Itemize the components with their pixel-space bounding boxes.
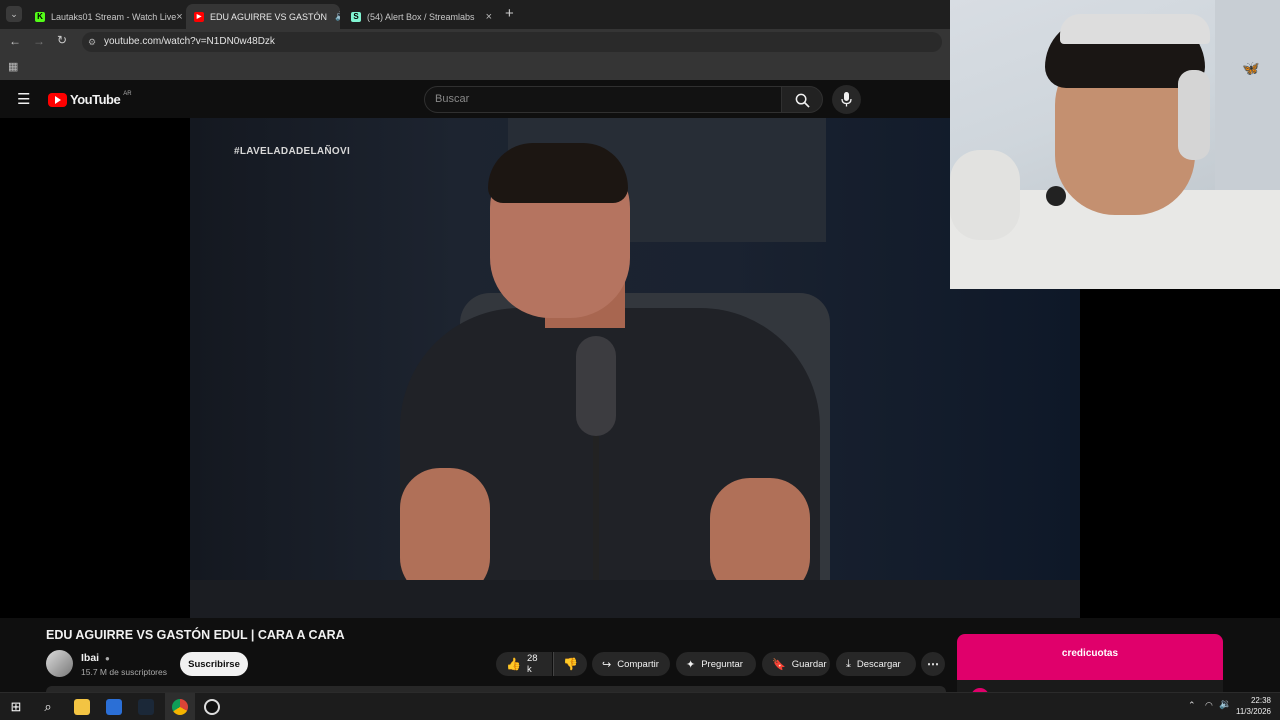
address-bar-row: ← → ↻ ⚙ youtube.com/watch?v=N1DN0w48Dzk [0, 29, 950, 55]
save-button[interactable]: 🔖 Guardar [762, 652, 830, 676]
like-button[interactable]: 👍 28 k [496, 652, 552, 676]
menu-icon[interactable]: ☰ [17, 90, 30, 108]
streamer-arm [950, 150, 1020, 240]
channel-name[interactable]: Ibai [81, 652, 99, 664]
ask-label: Preguntar [701, 658, 743, 670]
browser-tab-bar: ⌄ K Lautaks01 Stream - Watch Live × ▶ ED… [0, 0, 950, 29]
streamlabs-icon: S [351, 11, 361, 22]
video-hashtag-overlay: #LAVELADADELAÑOVI [234, 146, 351, 157]
bookmark-icon: 🔖 [772, 658, 786, 671]
close-icon[interactable]: × [486, 11, 492, 23]
download-button[interactable]: ⤓ Descargar [836, 652, 916, 676]
search-icon [795, 93, 810, 108]
new-tab-button[interactable]: + [505, 5, 514, 22]
desk [190, 580, 1080, 618]
download-label: Descargar [856, 658, 901, 670]
youtube-header: ☰ YouTube AR Buscar [0, 81, 950, 118]
tab-label: EDU AGUIRRE VS GASTÓN [210, 11, 328, 22]
more-icon: ⋯ [927, 657, 939, 671]
apps-grid-icon[interactable]: ▦ [8, 60, 18, 73]
download-icon: ⤓ [846, 657, 851, 670]
dislike-button[interactable]: 👎 [553, 652, 587, 676]
clock[interactable]: 22:38 11/3/2026 [1236, 695, 1271, 717]
channel-avatar[interactable] [46, 650, 73, 677]
store-icon[interactable] [106, 699, 122, 715]
verified-icon: ● [105, 654, 110, 663]
tab-label: Lautaks01 Stream - Watch Live [51, 11, 177, 22]
file-explorer-icon[interactable] [74, 699, 90, 715]
url-field[interactable]: ⚙ youtube.com/watch?v=N1DN0w48Dzk [82, 32, 942, 52]
steam-icon[interactable] [138, 699, 154, 715]
youtube-wordmark: YouTube [70, 92, 121, 107]
search-input[interactable]: Buscar [424, 86, 782, 113]
like-count: 28 k [526, 653, 538, 675]
headphones-earcup [1178, 70, 1210, 160]
person-arm-left [400, 468, 490, 598]
tab-search-button[interactable]: ⌄ [6, 6, 22, 22]
tab-youtube-video[interactable]: ▶ EDU AGUIRRE VS GASTÓN 🔊 × [186, 4, 340, 29]
url-text: youtube.com/watch?v=N1DN0w48Dzk [104, 36, 275, 47]
streamer-webcam: 🦋 [950, 0, 1280, 289]
channel-name-row[interactable]: Ibai ● [81, 652, 110, 664]
headset-mic [1046, 186, 1066, 206]
region-code: AR [123, 90, 132, 97]
ask-button[interactable]: ✦ Preguntar [676, 652, 756, 676]
speaker-icon[interactable]: 🔊 [335, 11, 340, 22]
subscribe-button[interactable]: Suscribirse [180, 652, 248, 676]
subscribe-label: Suscribirse [188, 658, 240, 670]
wifi-icon[interactable]: ◠ [1205, 700, 1213, 711]
microphone [576, 336, 616, 436]
youtube-logo[interactable]: YouTube AR [48, 90, 132, 107]
chrome-icon[interactable] [172, 699, 188, 715]
kick-icon: K [35, 11, 45, 22]
youtube-play-icon [48, 92, 67, 107]
back-arrow-icon[interactable]: ← [9, 34, 21, 48]
clock-time: 22:38 [1250, 696, 1271, 705]
tab-lautaks-stream[interactable]: K Lautaks01 Stream - Watch Live × [27, 4, 183, 29]
obs-icon[interactable] [204, 699, 220, 715]
bookmarks-bar: ▦ [0, 55, 950, 80]
video-frame[interactable]: #LAVELADADELAÑOVI [190, 118, 1080, 618]
subscriber-count: 15.7 M de suscriptores [81, 667, 167, 677]
share-arrow-icon: ↪ [602, 658, 612, 671]
video-title: EDU AGUIRRE VS GASTÓN EDUL | CARA A CARA [46, 628, 345, 642]
butterfly-sticker: 🦋 [1242, 60, 1260, 76]
search-placeholder: Buscar [435, 93, 470, 105]
tab-streamlabs[interactable]: S (54) Alert Box / Streamlabs × [343, 4, 500, 29]
headphones-band [1060, 14, 1210, 44]
thumbs-up-icon: 👍 [506, 657, 521, 671]
thumbs-down-icon: 👎 [563, 657, 578, 671]
tab-label: (54) Alert Box / Streamlabs [367, 11, 475, 22]
sparkle-icon: ✦ [686, 658, 696, 671]
forward-arrow-icon[interactable]: → [33, 34, 45, 48]
volume-icon[interactable]: 🔉 [1219, 699, 1231, 710]
youtube-icon: ▶ [194, 11, 204, 22]
sponsor-brand: credicuotas [1061, 648, 1119, 659]
reload-icon[interactable]: ↻ [57, 33, 67, 47]
site-settings-icon[interactable]: ⚙ [88, 32, 96, 52]
windows-taskbar: ⊞ ⌕ ⌃ ◠ 🔉 22:38 11/3/2026 [0, 692, 1280, 720]
search-icon[interactable]: ⌕ [40, 699, 56, 715]
person-hair [488, 143, 628, 203]
share-label: Compartir [617, 658, 659, 670]
windows-start-icon[interactable]: ⊞ [8, 699, 24, 715]
voice-search-button[interactable] [832, 85, 861, 114]
share-button[interactable]: ↪ Compartir [592, 652, 670, 676]
tray-chevron-icon[interactable]: ⌃ [1188, 700, 1196, 711]
more-actions-button[interactable]: ⋯ [921, 652, 945, 676]
save-label: Guardar [791, 658, 827, 670]
close-icon[interactable]: × [176, 11, 182, 23]
search-button[interactable] [781, 86, 823, 113]
clock-date: 11/3/2026 [1236, 707, 1271, 716]
microphone-icon [841, 92, 852, 107]
